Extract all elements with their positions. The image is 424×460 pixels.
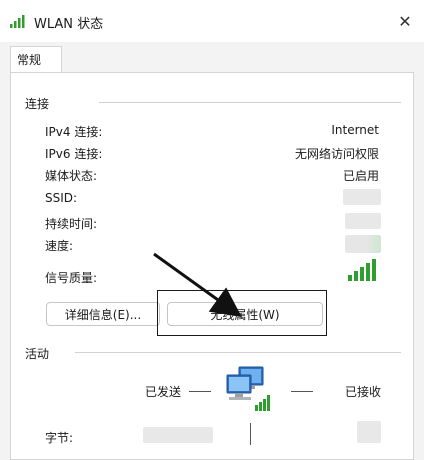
speed-label: 速度:: [45, 239, 74, 253]
activity-group-title: 活动: [25, 345, 56, 362]
connection-group-title: 连接: [25, 95, 56, 112]
speed-value-redacted: [345, 235, 381, 253]
ipv4-label: IPv4 连接:: [45, 125, 103, 139]
wlan-status-dialog: WLAN 状态 ✕ 常规 连接 IPv4 连接: Internet IPv6 连…: [0, 0, 424, 460]
signal-quality-label: 信号质量:: [45, 271, 98, 285]
tab-general[interactable]: 常规: [10, 46, 62, 72]
sent-label: 已发送: [145, 385, 182, 399]
media-state-value: 已启用: [342, 169, 379, 183]
ssid-value-redacted: [343, 189, 381, 205]
close-icon: ✕: [398, 11, 412, 31]
wifi-signal-icon: [10, 14, 28, 31]
ipv6-value: 无网络访问权限: [294, 147, 379, 161]
bytes-separator: [250, 423, 251, 445]
connection-group-divider: [99, 102, 401, 103]
ssid-label: SSID:: [45, 191, 78, 205]
bytes-received-redacted: [357, 421, 381, 443]
title-bar: WLAN 状态 ✕: [0, 0, 424, 42]
duration-value-redacted: [345, 213, 381, 229]
duration-label: 持续时间:: [45, 217, 98, 231]
close-button[interactable]: ✕: [394, 10, 416, 32]
sent-dash: [189, 391, 211, 392]
signal-strength-icon: [348, 257, 380, 284]
ipv4-value: Internet: [331, 123, 379, 137]
received-label: 已接收: [345, 385, 382, 399]
activity-group-divider: [75, 352, 401, 353]
network-computers-icon: [223, 365, 273, 416]
media-state-label: 媒体状态:: [45, 169, 98, 183]
bytes-label: 字节:: [45, 431, 74, 445]
window-title: WLAN 状态: [34, 17, 104, 32]
annotation-arrow-icon: [140, 242, 250, 325]
received-dash: [291, 391, 313, 392]
ipv6-label: IPv6 连接:: [45, 147, 103, 161]
bytes-sent-redacted: [143, 427, 213, 443]
